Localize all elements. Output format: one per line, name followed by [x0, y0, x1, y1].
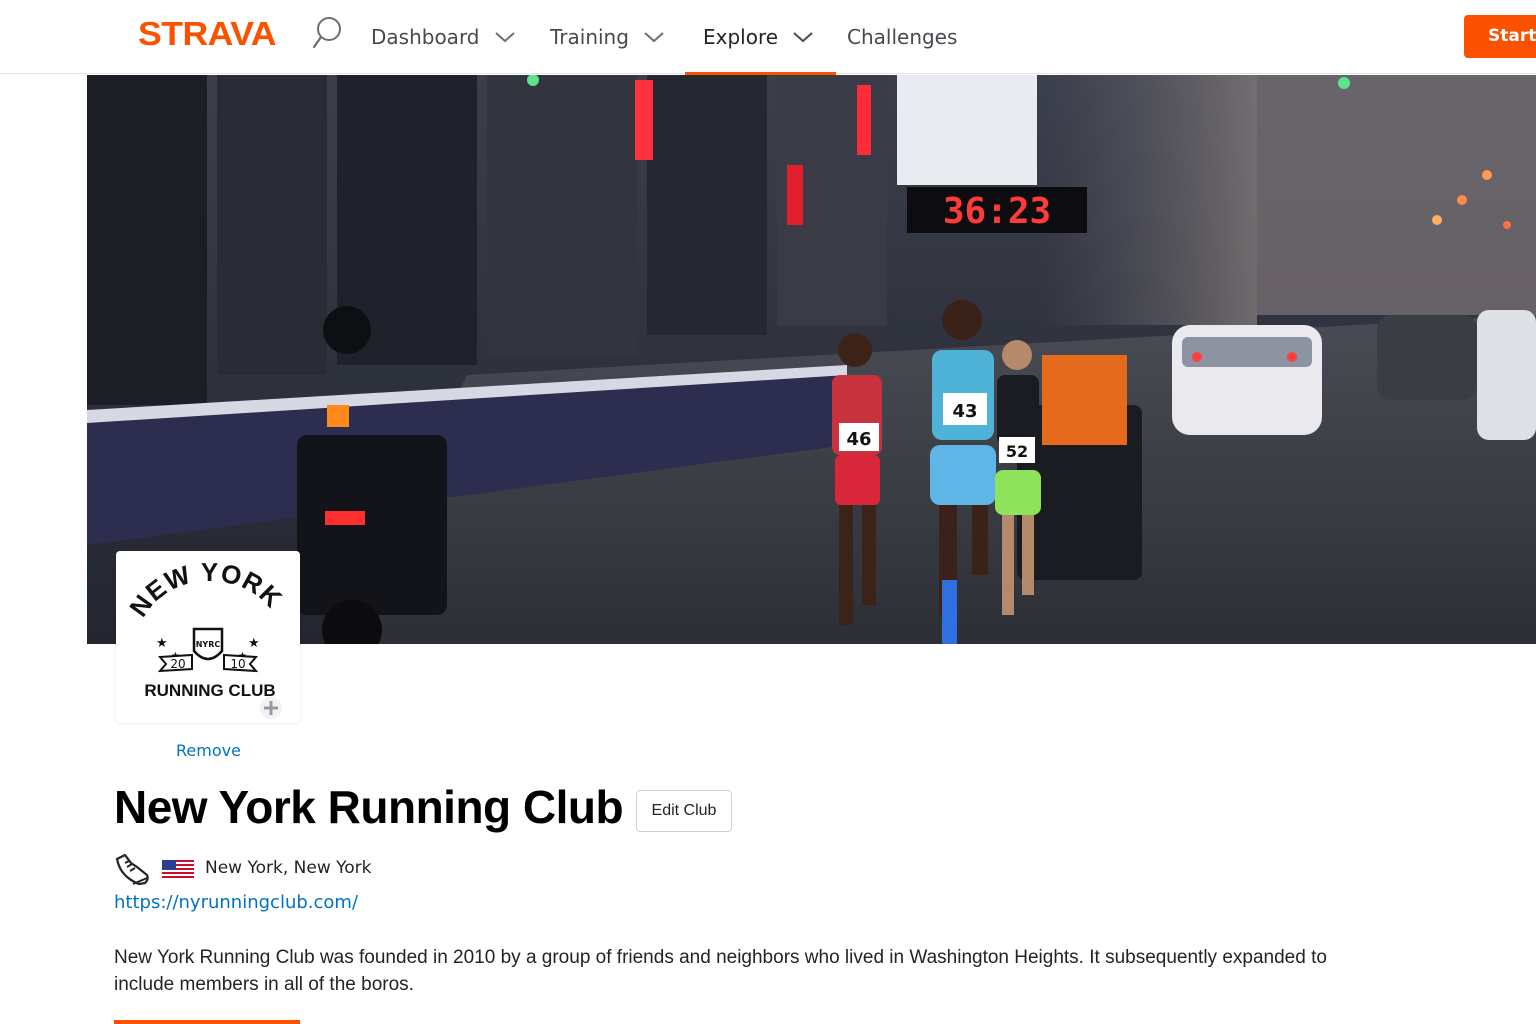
club-name: New York Running Club	[114, 781, 624, 833]
nav-challenges[interactable]: Challenges	[847, 0, 957, 74]
nav-dashboard-label: Dashboard	[371, 25, 480, 49]
club-location: New York, New York	[205, 858, 372, 878]
logo-arc-text: NEW YORK	[123, 557, 287, 622]
us-flag-icon	[162, 860, 194, 880]
search-icon[interactable]	[311, 16, 343, 52]
logo-shield-text: NYRC	[196, 640, 221, 649]
chevron-down-icon	[793, 32, 813, 43]
logo-year-right: 10	[230, 657, 245, 671]
svg-text:NEW YORK: NEW YORK	[123, 557, 288, 622]
shoe-icon	[115, 853, 149, 886]
nav-explore[interactable]: Explore	[684, 0, 837, 75]
svg-text:★: ★	[156, 636, 168, 651]
chevron-down-icon	[644, 32, 664, 43]
logo-year-left: 20	[170, 657, 185, 671]
runner-bib: 43	[952, 401, 977, 422]
start-trial-button[interactable]: Start T	[1464, 15, 1536, 58]
race-clock: 36:23	[943, 191, 1051, 232]
remove-avatar-link[interactable]: Remove	[176, 741, 241, 760]
nav-dashboard[interactable]: Dashboard	[371, 0, 516, 74]
club-description: New York Running Club was founded in 201…	[114, 947, 1327, 995]
nav-training-label: Training	[550, 25, 629, 49]
nav-challenges-label: Challenges	[847, 25, 958, 49]
top-nav: STRAVA Dashboard Training Explore Challe…	[0, 0, 1536, 75]
chevron-down-icon	[494, 32, 515, 43]
club-website-link[interactable]: https://nyrunningclub.com/	[114, 892, 358, 913]
runner-bib: 46	[846, 429, 871, 450]
tab-underline	[114, 1020, 300, 1024]
nav-explore-label: Explore	[703, 25, 779, 49]
runner-bib: 52	[1006, 442, 1028, 461]
add-icon[interactable]	[258, 695, 284, 721]
runner-photo: 36:23 46 43 52	[87, 75, 1536, 644]
svg-text:★: ★	[248, 636, 260, 651]
logo-bottom-text: RUNNING CLUB	[144, 681, 275, 700]
cover-photo: 36:23 46 43 52	[87, 75, 1536, 644]
nav-training[interactable]: Training	[550, 0, 665, 74]
strava-logo[interactable]: STRAVA	[138, 15, 277, 53]
edit-club-button[interactable]: Edit Club	[636, 790, 732, 832]
